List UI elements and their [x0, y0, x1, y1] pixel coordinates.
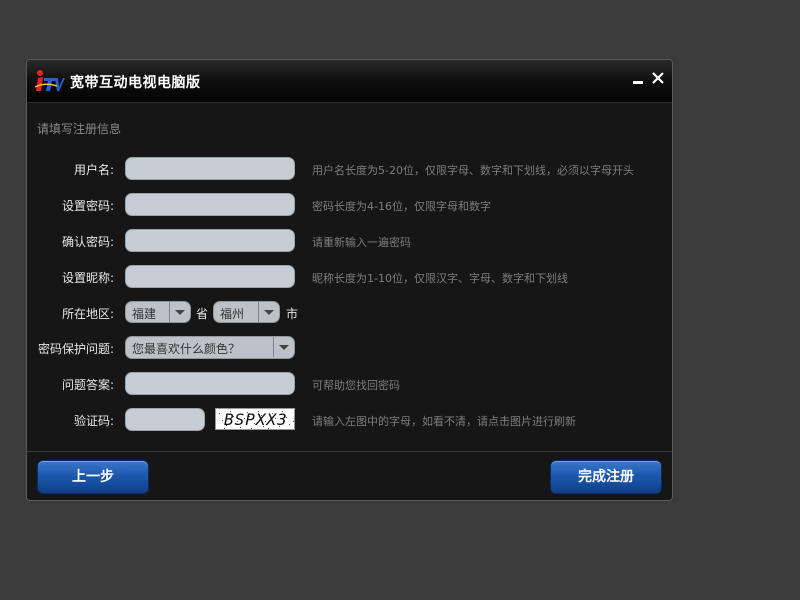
nickname-input[interactable] — [125, 265, 295, 288]
region-label: 所在地区: — [61, 307, 114, 321]
captcha-hint: 请输入左图中的字母，如看不清，请点击图片进行刷新 — [312, 415, 576, 428]
province-select[interactable]: 福建 — [125, 301, 191, 323]
answer-label: 问题答案: — [61, 378, 114, 392]
captcha-text: BSPXX3 — [224, 410, 288, 429]
previous-step-button[interactable]: 上一步 — [37, 460, 149, 494]
chevron-down-icon — [175, 310, 185, 315]
chevron-down-icon — [264, 310, 274, 315]
captcha-input[interactable] — [125, 408, 205, 431]
confirm-password-label: 确认密码: — [61, 235, 114, 249]
close-icon — [652, 72, 664, 84]
confirm-password-row: 确认密码: 请重新输入一遍密码 — [27, 229, 672, 253]
security-question-value: 您最喜欢什么颜色？ — [132, 342, 241, 356]
captcha-row: 验证码: BSPXX3 请输入左图中的字母，如看不清，请点击图片进行刷新 — [27, 408, 672, 432]
username-hint: 用户名长度为5-20位，仅限字母、数字和下划线，必须以字母开头 — [312, 164, 634, 177]
password-input[interactable] — [125, 193, 295, 216]
title-divider — [27, 102, 672, 103]
minimize-button[interactable] — [630, 70, 646, 86]
province-value: 福建 — [132, 307, 157, 321]
close-button[interactable] — [650, 70, 666, 86]
captcha-image[interactable]: BSPXX3 — [215, 408, 295, 430]
province-dropdown-arrow[interactable] — [169, 302, 190, 322]
password-row: 设置密码: 密码长度为4-16位，仅限字母和数字 — [27, 193, 672, 217]
password-label: 设置密码: — [61, 199, 114, 213]
region-row: 所在地区: 福建 省 福州 市 — [27, 301, 672, 325]
itv-logo-icon — [35, 70, 65, 91]
city-dropdown-arrow[interactable] — [258, 302, 279, 322]
confirm-password-hint: 请重新输入一遍密码 — [312, 236, 411, 249]
security-question-row: 密码保护问题: 您最喜欢什么颜色？ — [27, 336, 672, 360]
minimize-icon — [633, 81, 643, 84]
footer-divider — [27, 451, 672, 452]
nickname-hint: 昵称长度为1-10位，仅限汉字、字母、数字和下划线 — [312, 272, 568, 285]
finish-registration-button[interactable]: 完成注册 — [550, 460, 662, 494]
captcha-label: 验证码: — [73, 414, 114, 428]
form-subtitle: 请填写注册信息 — [37, 122, 122, 136]
nickname-label: 设置昵称: — [61, 271, 114, 285]
nickname-row: 设置昵称: 昵称长度为1-10位，仅限汉字、字母、数字和下划线 — [27, 265, 672, 289]
username-label: 用户名: — [73, 163, 114, 177]
city-value: 福州 — [220, 307, 245, 321]
security-question-label: 密码保护问题: — [37, 342, 114, 356]
security-question-select[interactable]: 您最喜欢什么颜色？ — [125, 336, 295, 359]
answer-hint: 可帮助您找回密码 — [312, 379, 400, 392]
password-hint: 密码长度为4-16位，仅限字母和数字 — [312, 200, 491, 213]
window-title: 宽带互动电视电脑版 — [70, 75, 201, 91]
title-bar[interactable]: 宽带互动电视电脑版 — [27, 60, 672, 103]
confirm-password-input[interactable] — [125, 229, 295, 252]
registration-window: 宽带互动电视电脑版 请填写注册信息 用户名: 用户名长度为5-20位，仅限字母、… — [26, 59, 673, 501]
username-input[interactable] — [125, 157, 295, 180]
city-select[interactable]: 福州 — [213, 301, 280, 323]
answer-row: 问题答案: 可帮助您找回密码 — [27, 372, 672, 396]
answer-input[interactable] — [125, 372, 295, 395]
chevron-down-icon — [279, 345, 289, 350]
username-row: 用户名: 用户名长度为5-20位，仅限字母、数字和下划线，必须以字母开头 — [27, 157, 672, 181]
province-unit: 省 — [196, 307, 209, 321]
security-question-dropdown-arrow[interactable] — [273, 337, 294, 357]
city-unit: 市 — [286, 307, 299, 321]
